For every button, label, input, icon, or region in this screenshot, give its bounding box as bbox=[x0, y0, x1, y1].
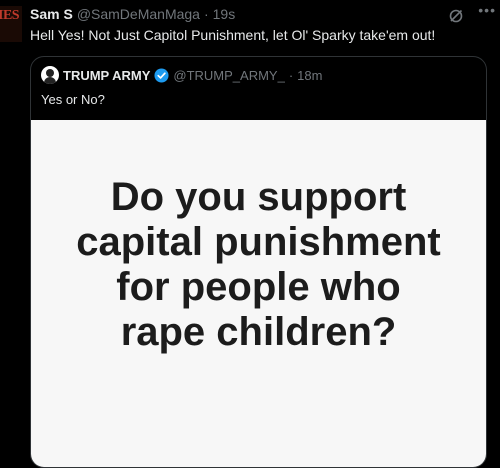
image-headline-line: for people who bbox=[116, 265, 401, 309]
tweet-header: Sam S @SamDeManMaga · 19s bbox=[30, 6, 450, 26]
grok-icon[interactable] bbox=[448, 8, 464, 24]
quoted-author-handle: @TRUMP_ARMY_ bbox=[173, 67, 285, 83]
author-name[interactable]: Sam S bbox=[30, 6, 73, 22]
quoted-tweet-text: Yes or No? bbox=[41, 92, 105, 107]
quoted-tweet-header: TRUMP ARMY @TRUMP_ARMY_ · 18m bbox=[41, 66, 322, 84]
image-headline-line: capital punishment bbox=[76, 220, 441, 264]
image-headline: Do you support capital punishment for pe… bbox=[31, 175, 486, 355]
author-avatar[interactable]: IES bbox=[0, 6, 22, 42]
quoted-author-avatar bbox=[41, 66, 59, 84]
quoted-tweet[interactable]: TRUMP ARMY @TRUMP_ARMY_ · 18m Yes or No?… bbox=[30, 56, 487, 468]
quoted-tweet-image[interactable]: Do you support capital punishment for pe… bbox=[31, 120, 486, 467]
image-headline-line: rape children? bbox=[120, 310, 397, 354]
tweet-text: Hell Yes! Not Just Capitol Punishment, l… bbox=[30, 27, 436, 43]
avatar-text: IES bbox=[0, 8, 20, 23]
separator-dot: · bbox=[288, 67, 294, 83]
quoted-author-name: TRUMP ARMY bbox=[63, 67, 151, 83]
author-handle[interactable]: @SamDeManMaga bbox=[77, 6, 200, 22]
avatar-fine-print bbox=[0, 25, 22, 39]
quoted-tweet-time: 18m bbox=[297, 67, 323, 83]
separator-dot: · bbox=[203, 6, 209, 22]
verified-badge-icon bbox=[154, 67, 169, 83]
image-headline-line: Do you support bbox=[110, 175, 407, 219]
tweet-time[interactable]: 19s bbox=[213, 6, 236, 22]
more-icon[interactable]: ••• bbox=[478, 2, 496, 18]
